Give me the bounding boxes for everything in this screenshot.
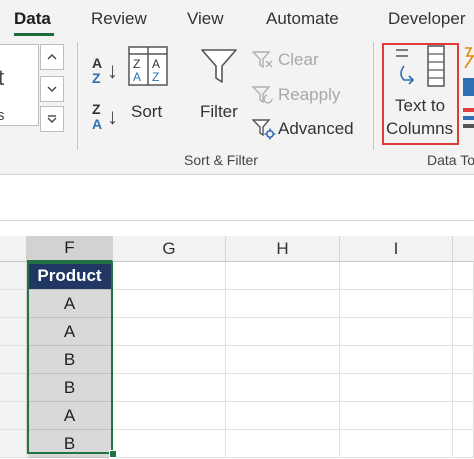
gallery-more-button[interactable]: [40, 106, 64, 132]
down-arrow-icon: ↓: [107, 58, 118, 83]
advanced-filter-icon: [252, 119, 276, 140]
cell[interactable]: [340, 430, 453, 458]
group-separator: [77, 42, 78, 150]
column-header-i[interactable]: I: [340, 236, 453, 262]
sort-za-letter-bottom: A: [92, 116, 103, 132]
row-header[interactable]: [0, 346, 27, 374]
fill-handle[interactable]: [109, 450, 117, 458]
column-header-g[interactable]: G: [113, 236, 226, 262]
reapply-filter-button[interactable]: Reapply: [252, 83, 372, 107]
cell[interactable]: [113, 290, 226, 318]
cell[interactable]: [226, 262, 340, 290]
filter-label: Filter: [200, 102, 238, 121]
cell[interactable]: [226, 402, 340, 430]
cell[interactable]: [113, 374, 226, 402]
cell[interactable]: [453, 402, 474, 430]
cell-f[interactable]: B: [28, 430, 112, 458]
clear-filter-button[interactable]: Clear: [252, 48, 362, 72]
sort-ascending-button[interactable]: A Z ↓: [90, 56, 120, 88]
tab-data[interactable]: Data: [14, 9, 51, 29]
row-header[interactable]: [0, 318, 27, 346]
sort-za-letter-top: Z: [92, 101, 101, 117]
cell[interactable]: [340, 402, 453, 430]
cell[interactable]: [453, 318, 474, 346]
filter-button[interactable]: Filter: [193, 44, 245, 124]
cell[interactable]: [113, 318, 226, 346]
sort-az-letter-bottom: Z: [92, 70, 101, 86]
gallery-text-fragment: t: [0, 65, 5, 90]
cell[interactable]: [340, 290, 453, 318]
sort-button[interactable]: Z A A Z Sort: [124, 44, 172, 124]
data-types-gallery[interactable]: t s: [0, 44, 39, 126]
sort-filter-group-label: Sort & Filter: [184, 152, 258, 168]
advanced-label: Advanced: [278, 119, 354, 138]
cell[interactable]: [226, 318, 340, 346]
advanced-filter-button[interactable]: Advanced: [252, 117, 372, 141]
column-header-j-partial[interactable]: [453, 236, 474, 262]
cell-f-header[interactable]: Product: [28, 262, 112, 290]
gallery-scroll-up-button[interactable]: [40, 44, 64, 70]
cell[interactable]: [340, 262, 453, 290]
data-tools-icons-partial[interactable]: [461, 46, 474, 136]
chevron-down-icon: [47, 86, 57, 92]
gallery-scroll-down-button[interactable]: [40, 76, 64, 102]
group-separator: [373, 42, 374, 150]
row-header[interactable]: [0, 402, 27, 430]
svg-text:Z: Z: [152, 70, 159, 84]
cell[interactable]: [226, 374, 340, 402]
svg-text:A: A: [152, 57, 160, 71]
tab-review[interactable]: Review: [91, 9, 147, 29]
cell[interactable]: [340, 374, 453, 402]
reapply-filter-icon: [252, 86, 273, 104]
cell[interactable]: [226, 346, 340, 374]
cell-f[interactable]: A: [28, 290, 112, 318]
svg-text:A: A: [133, 70, 141, 84]
cell-f[interactable]: A: [28, 402, 112, 430]
cell[interactable]: [340, 318, 453, 346]
cell[interactable]: [226, 430, 340, 458]
tab-automate[interactable]: Automate: [266, 9, 339, 29]
ribbon-tab-bar: Data Review View Automate Developer: [0, 0, 474, 38]
cell[interactable]: [113, 402, 226, 430]
chevron-up-icon: [47, 54, 57, 60]
sort-descending-button[interactable]: Z A ↓: [90, 102, 120, 134]
cell[interactable]: [113, 430, 226, 458]
clear-filter-icon: [252, 51, 273, 69]
row-header[interactable]: [0, 430, 27, 458]
sort-label: Sort: [131, 102, 163, 121]
cell[interactable]: [453, 430, 474, 458]
text-to-columns-highlight: [382, 43, 459, 145]
row-header[interactable]: [0, 290, 27, 318]
cell[interactable]: [453, 346, 474, 374]
tab-view[interactable]: View: [187, 9, 224, 29]
cell[interactable]: [340, 346, 453, 374]
cell[interactable]: [113, 262, 226, 290]
cell[interactable]: [113, 346, 226, 374]
active-tab-indicator: [14, 33, 54, 36]
cell-f[interactable]: A: [28, 318, 112, 346]
svg-text:Z: Z: [133, 57, 140, 71]
reapply-label: Reapply: [278, 85, 341, 104]
funnel-icon: [201, 49, 237, 83]
cell-f[interactable]: B: [28, 374, 112, 402]
down-arrow-icon: ↓: [107, 104, 118, 129]
clear-label: Clear: [278, 50, 319, 69]
cell[interactable]: [226, 290, 340, 318]
sort-az-letter-top: A: [92, 55, 103, 71]
gallery-label-fragment: s: [0, 107, 5, 124]
column-header-h[interactable]: H: [226, 236, 340, 262]
cell[interactable]: [453, 290, 474, 318]
more-icon: [47, 115, 57, 123]
column-header-f[interactable]: F: [27, 236, 113, 262]
cell[interactable]: [453, 374, 474, 402]
tab-developer[interactable]: Developer: [388, 9, 466, 29]
formula-bar-area: [0, 175, 474, 221]
data-tools-group-label: Data To: [427, 152, 474, 168]
row-header-strip: [0, 236, 27, 262]
row-header[interactable]: [0, 374, 27, 402]
cell-f[interactable]: B: [28, 346, 112, 374]
sort-dialog-icon: Z A A Z: [128, 46, 168, 86]
cell[interactable]: [453, 262, 474, 290]
row-header[interactable]: [0, 262, 27, 290]
